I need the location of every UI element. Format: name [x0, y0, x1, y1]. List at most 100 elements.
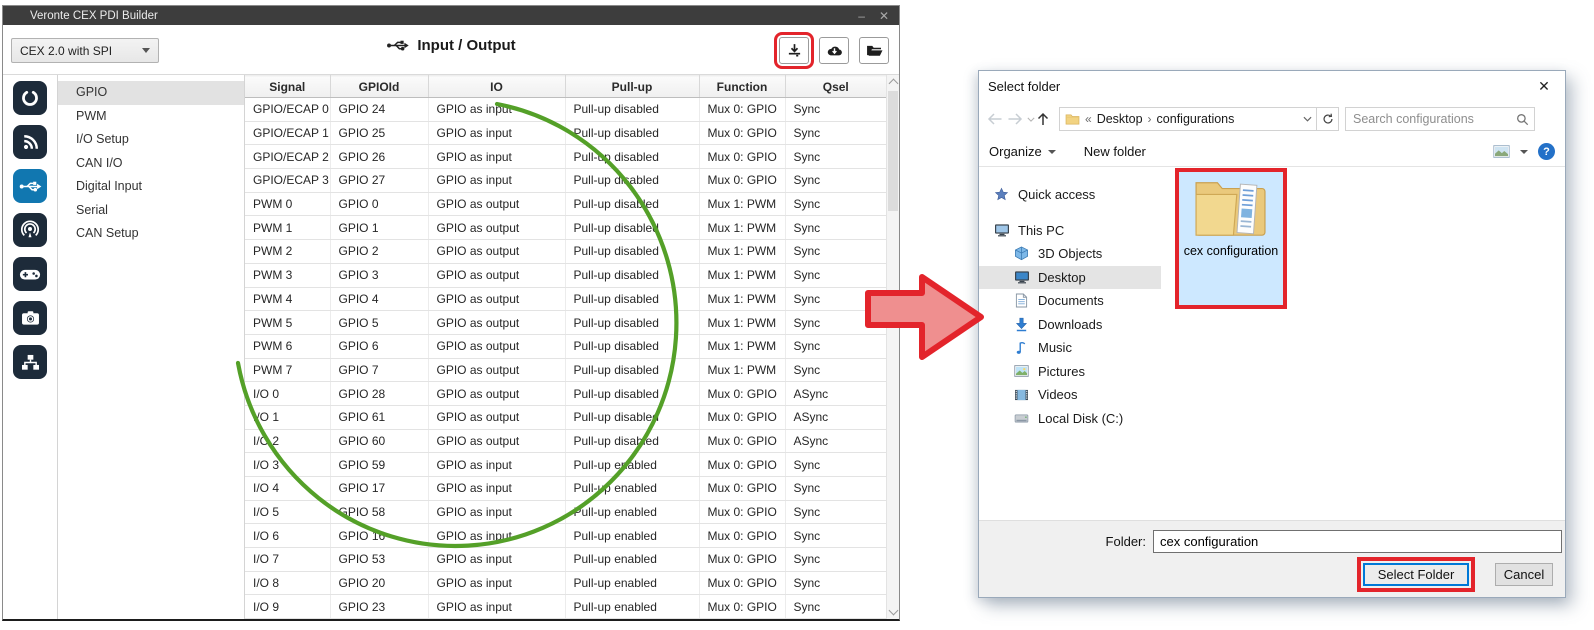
file-list-area[interactable]: cex configuration	[1161, 167, 1565, 520]
table-cell[interactable]: Sync	[785, 192, 886, 216]
table-cell[interactable]: Mux 1: PWM	[699, 287, 785, 311]
sidebar-item[interactable]: This PC	[979, 219, 1161, 243]
table-cell[interactable]: Pull-up disabled	[565, 263, 699, 287]
thumbnail-view-icon[interactable]	[1493, 145, 1510, 158]
table-cell[interactable]: Pull-up disabled	[565, 121, 699, 145]
minimize-button[interactable]: –	[858, 9, 865, 23]
table-cell[interactable]: Sync	[785, 477, 886, 501]
sidebar-item[interactable]: Local Disk (C:)	[979, 407, 1161, 431]
table-cell[interactable]: GPIO as input	[428, 121, 565, 145]
table-cell[interactable]: Mux 1: PWM	[699, 240, 785, 264]
nav-item[interactable]: CAN Setup	[58, 222, 244, 246]
table-cell[interactable]: GPIO 4	[330, 287, 428, 311]
breadcrumb-desktop[interactable]: Desktop	[1097, 112, 1143, 126]
table-cell[interactable]: GPIO as input	[428, 548, 565, 572]
select-folder-button[interactable]: Select Folder	[1363, 563, 1469, 586]
scrollbar-thumb[interactable]	[888, 91, 898, 211]
table-cell[interactable]: Pull-up disabled	[565, 311, 699, 335]
podcast-icon[interactable]	[13, 213, 47, 247]
table-cell[interactable]: I/O 8	[245, 571, 330, 595]
table-cell[interactable]: GPIO 26	[330, 145, 428, 169]
table-cell[interactable]: Mux 0: GPIO	[699, 169, 785, 193]
view-options-chevron-icon[interactable]	[1520, 150, 1528, 154]
table-cell[interactable]: Mux 0: GPIO	[699, 524, 785, 548]
table-cell[interactable]: Pull-up disabled	[565, 169, 699, 193]
table-cell[interactable]: I/O 0	[245, 382, 330, 406]
folder-name-input[interactable]	[1153, 530, 1562, 553]
table-cell[interactable]: I/O 4	[245, 477, 330, 501]
table-cell[interactable]: PWM 5	[245, 311, 330, 335]
table-cell[interactable]: GPIO as output	[428, 334, 565, 358]
table-cell[interactable]: Sync	[785, 358, 886, 382]
table-cell[interactable]: Sync	[785, 240, 886, 264]
table-cell[interactable]: Pull-up disabled	[565, 334, 699, 358]
table-cell[interactable]: GPIO as output	[428, 240, 565, 264]
scroll-down-icon[interactable]	[889, 606, 899, 616]
table-cell[interactable]: GPIO/ECAP 1	[245, 121, 330, 145]
table-cell[interactable]: Pull-up disabled	[565, 192, 699, 216]
table-cell[interactable]: ASync	[785, 405, 886, 429]
new-folder-button[interactable]: New folder	[1084, 144, 1146, 159]
rss-icon[interactable]	[13, 125, 47, 159]
power-icon[interactable]	[13, 81, 47, 115]
table-cell[interactable]: I/O 1	[245, 405, 330, 429]
breadcrumb-collapse[interactable]: «	[1085, 112, 1092, 126]
table-cell[interactable]: GPIO/ECAP 0	[245, 98, 330, 122]
table-cell[interactable]: Mux 1: PWM	[699, 334, 785, 358]
table-cell[interactable]: Mux 0: GPIO	[699, 500, 785, 524]
table-cell[interactable]: Sync	[785, 548, 886, 572]
table-cell[interactable]: Mux 1: PWM	[699, 216, 785, 240]
table-cell[interactable]: Pull-up disabled	[565, 429, 699, 453]
table-cell[interactable]: PWM 0	[245, 192, 330, 216]
table-cell[interactable]: GPIO 2	[330, 240, 428, 264]
table-cell[interactable]: I/O 3	[245, 453, 330, 477]
table-cell[interactable]: Sync	[785, 263, 886, 287]
table-cell[interactable]: GPIO 59	[330, 453, 428, 477]
table-cell[interactable]: Mux 1: PWM	[699, 192, 785, 216]
table-cell[interactable]: PWM 4	[245, 287, 330, 311]
table-cell[interactable]: Pull-up enabled	[565, 477, 699, 501]
up-icon[interactable]	[1037, 112, 1049, 126]
refresh-button[interactable]	[1317, 107, 1339, 131]
device-model-select[interactable]: CEX 2.0 with SPI	[11, 38, 159, 63]
cloud-download-icon[interactable]	[819, 37, 849, 64]
nav-item[interactable]: Digital Input	[58, 175, 244, 199]
table-cell[interactable]: Pull-up disabled	[565, 240, 699, 264]
table-cell[interactable]: GPIO as output	[428, 405, 565, 429]
table-cell[interactable]: GPIO as output	[428, 287, 565, 311]
table-cell[interactable]: GPIO 27	[330, 169, 428, 193]
table-cell[interactable]: GPIO 61	[330, 405, 428, 429]
sitemap-icon[interactable]	[13, 345, 47, 379]
table-cell[interactable]: GPIO 1	[330, 216, 428, 240]
table-cell[interactable]: GPIO as input	[428, 169, 565, 193]
table-cell[interactable]: PWM 6	[245, 334, 330, 358]
table-cell[interactable]: Mux 0: GPIO	[699, 382, 785, 406]
nav-item[interactable]: PWM	[58, 105, 244, 129]
table-cell[interactable]: GPIO/ECAP 3	[245, 169, 330, 193]
folder-item-cex-configuration[interactable]: cex configuration	[1179, 172, 1283, 305]
table-cell[interactable]: Sync	[785, 145, 886, 169]
table-cell[interactable]: PWM 3	[245, 263, 330, 287]
table-cell[interactable]: Mux 0: GPIO	[699, 571, 785, 595]
table-cell[interactable]: Sync	[785, 500, 886, 524]
table-cell[interactable]: Pull-up disabled	[565, 382, 699, 406]
table-cell[interactable]: PWM 2	[245, 240, 330, 264]
table-cell[interactable]: Sync	[785, 216, 886, 240]
table-cell[interactable]: GPIO as input	[428, 145, 565, 169]
recent-locations-chevron-icon[interactable]	[1027, 117, 1035, 122]
nav-item[interactable]: Serial	[58, 199, 244, 223]
table-cell[interactable]: GPIO as output	[428, 429, 565, 453]
table-cell[interactable]: GPIO as input	[428, 98, 565, 122]
breadcrumb-configurations[interactable]: configurations	[1157, 112, 1235, 126]
table-cell[interactable]: I/O 5	[245, 500, 330, 524]
help-icon[interactable]: ?	[1538, 143, 1555, 160]
table-cell[interactable]: Sync	[785, 334, 886, 358]
table-cell[interactable]: Sync	[785, 595, 886, 619]
table-cell[interactable]: GPIO as input	[428, 477, 565, 501]
table-cell[interactable]: I/O 2	[245, 429, 330, 453]
table-cell[interactable]: Pull-up enabled	[565, 548, 699, 572]
table-cell[interactable]: Mux 0: GPIO	[699, 548, 785, 572]
table-cell[interactable]: Pull-up disabled	[565, 216, 699, 240]
nav-item[interactable]: GPIO	[58, 81, 244, 105]
table-cell[interactable]: Sync	[785, 453, 886, 477]
